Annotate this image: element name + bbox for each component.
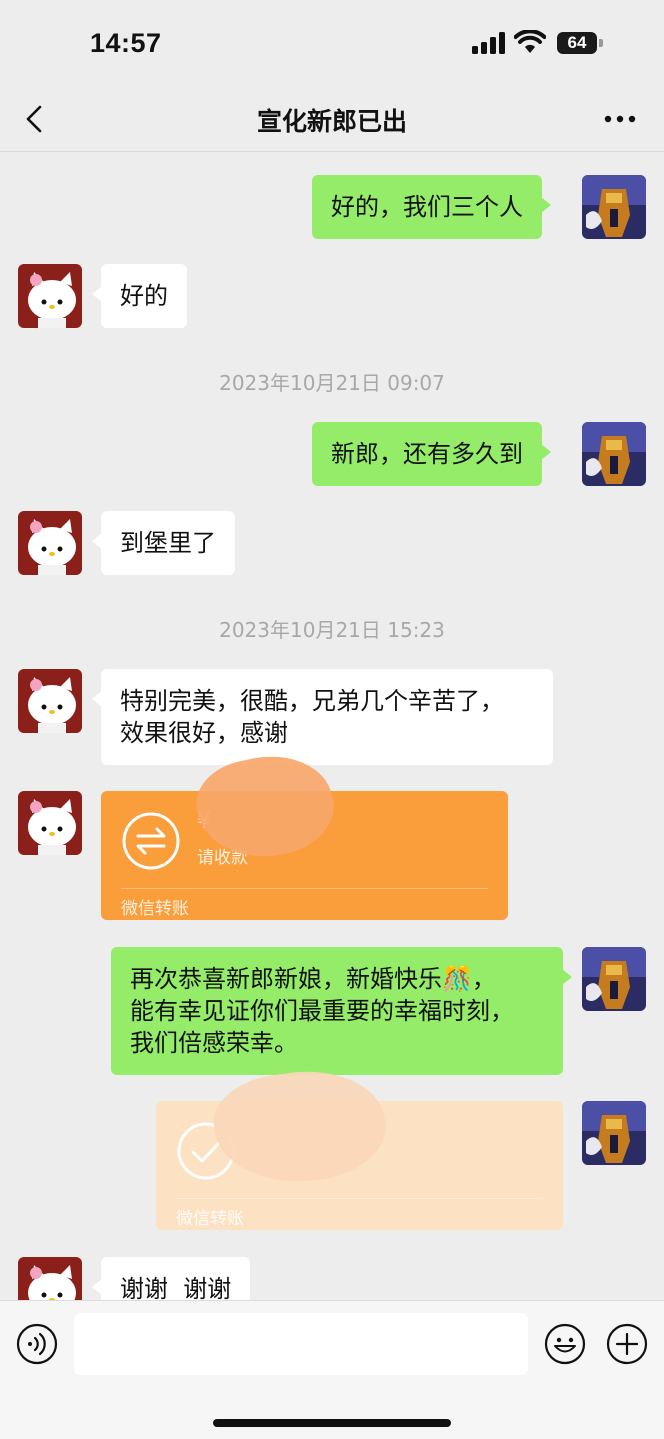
contact-message-bubble[interactable]: 好的 <box>92 264 187 328</box>
emoji-icon[interactable] <box>544 1323 586 1365</box>
my-message-bubble[interactable]: 新郎，还有多久到 <box>312 422 551 486</box>
message-text: 新郎，还有多久到 <box>331 440 523 468</box>
robot-avatar-image <box>582 1101 646 1165</box>
home-indicator <box>213 1419 451 1427</box>
voice-input-icon[interactable] <box>16 1323 58 1365</box>
robot-avatar-image <box>582 175 646 239</box>
battery-tip <box>599 39 603 47</box>
contact-avatar[interactable] <box>18 669 82 733</box>
my-avatar[interactable] <box>582 1101 646 1165</box>
wifi-icon <box>514 30 546 53</box>
hello-kitty-avatar-image <box>18 1257 82 1300</box>
message-text: 特别完美，很酷，兄弟几个辛苦了， 效果很好，感谢 <box>120 687 504 747</box>
message-text: 到堡里了 <box>120 529 216 557</box>
contact-avatar[interactable] <box>18 511 82 575</box>
contact-message-bubble[interactable]: 特别完美，很酷，兄弟几个辛苦了， 效果很好，感谢 <box>92 669 553 765</box>
message-text: 好的，我们三个人 <box>331 193 523 221</box>
transfer-label: 微信转账 <box>121 899 189 919</box>
transfer-label: 微信转账 <box>176 1209 244 1229</box>
status-time: 14:57 <box>90 28 162 58</box>
message-text: 好的 <box>120 282 168 310</box>
chat-header: 宣化新郎已出 <box>0 86 664 152</box>
message-text: 再次恭喜新郎新娘，新婚快乐🎊， 能有幸见证你们最重要的幸福时刻， 我们倍感荣幸。 <box>130 965 514 1057</box>
chat-title: 宣化新郎已出 <box>256 107 407 136</box>
transfer-divider <box>121 888 488 889</box>
my-avatar[interactable] <box>582 947 646 1011</box>
battery-indicator: 64 <box>557 32 597 54</box>
message-input[interactable] <box>74 1313 528 1375</box>
my-avatar[interactable] <box>582 175 646 239</box>
status-bar: 14:57 64 <box>0 0 664 86</box>
robot-avatar-image <box>582 947 646 1011</box>
hello-kitty-avatar-image <box>18 511 82 575</box>
transfer-arrows-icon <box>122 812 180 870</box>
hello-kitty-avatar-image <box>18 264 82 328</box>
hello-kitty-avatar-image <box>18 669 82 733</box>
cellular-signal-icon <box>472 32 505 54</box>
my-message-bubble[interactable]: 再次恭喜新郎新娘，新婚快乐🎊， 能有幸见证你们最重要的幸福时刻， 我们倍感荣幸。 <box>111 947 572 1075</box>
contact-message-bubble[interactable]: 谢谢 谢谢 <box>91 1257 251 1300</box>
robot-avatar-image <box>582 422 646 486</box>
message-timestamp: 2023年10月21日 09:07 <box>219 371 445 395</box>
my-message-bubble[interactable]: 好的，我们三个人 <box>312 175 551 239</box>
contact-avatar[interactable] <box>18 791 82 855</box>
contact-avatar[interactable] <box>18 1257 82 1300</box>
my-avatar[interactable] <box>582 422 646 486</box>
message-text: 谢谢 谢谢 <box>120 1275 232 1300</box>
more-options-icon[interactable] <box>604 114 636 124</box>
plus-icon[interactable] <box>606 1323 648 1365</box>
message-timestamp: 2023年10月21日 15:23 <box>219 618 445 642</box>
contact-avatar[interactable] <box>18 264 82 328</box>
transfer-divider <box>176 1198 543 1199</box>
input-bar <box>0 1300 664 1439</box>
hello-kitty-avatar-image <box>18 791 82 855</box>
contact-message-bubble[interactable]: 到堡里了 <box>92 511 235 575</box>
message-list[interactable]: 好的，我们三个人 好的 2023年10月21日 09:07 新郎，还有多久到 到… <box>0 152 664 1300</box>
